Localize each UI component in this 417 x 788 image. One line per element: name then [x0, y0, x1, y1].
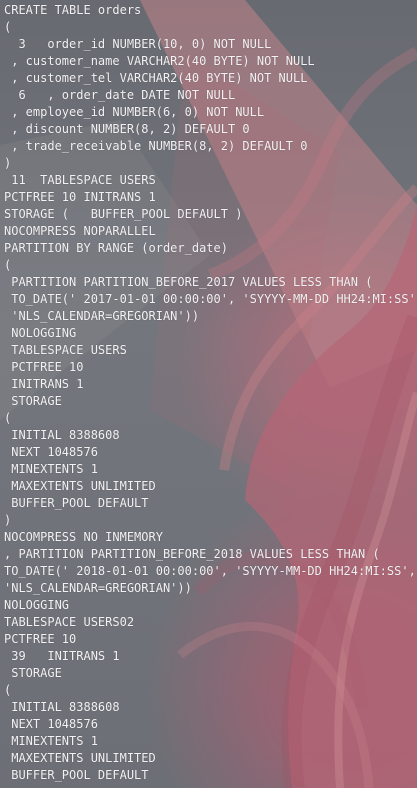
code-line-6: 6 , order_date DATE NOT NULL — [4, 88, 236, 102]
code-line-11: 11 TABLESPACE USERS — [4, 173, 156, 187]
code-line-45: MAXEXTENTS UNLIMITED — [4, 751, 156, 765]
code-line-41: ( — [4, 683, 12, 697]
sql-code-panel[interactable]: CREATE TABLE orders ( 3 order_id NUMBER(… — [4, 2, 414, 784]
code-line-9: , trade_receivable NUMBER(8, 2) DEFAULT … — [4, 139, 308, 153]
code-line-24: STORAGE — [4, 394, 62, 408]
code-line-10: ) — [4, 156, 12, 170]
code-line-18: TO_DATE(' 2017-01-01 00:00:00', 'SYYYY-M… — [4, 292, 414, 306]
code-line-40: STORAGE — [4, 666, 62, 680]
code-line-46: BUFFER_POOL DEFAULT — [4, 768, 149, 782]
code-line-37: TABLESPACE USERS02 — [4, 615, 135, 629]
code-line-22: PCTFREE 10 — [4, 360, 84, 374]
code-line-43: NEXT 1048576 — [4, 717, 98, 731]
code-line-20: NOLOGGING — [4, 326, 77, 340]
code-line-21: TABLESPACE USERS — [4, 343, 127, 357]
code-line-31: ) — [4, 513, 12, 527]
code-line-35: 'NLS_CALENDAR=GREGORIAN')) — [4, 581, 192, 595]
code-line-3: 3 order_id NUMBER(10, 0) NOT NULL — [4, 37, 272, 51]
code-line-5: , customer_tel VARCHAR2(40 BYTE) NOT NUL… — [4, 71, 308, 85]
code-line-8: , discount NUMBER(8, 2) DEFAULT 0 — [4, 122, 250, 136]
code-line-2: ( — [4, 20, 12, 34]
code-line-44: MINEXTENTS 1 — [4, 734, 98, 748]
code-line-4: , customer_name VARCHAR2(40 BYTE) NOT NU… — [4, 54, 315, 68]
code-line-33: , PARTITION PARTITION_BEFORE_2018 VALUES… — [4, 547, 380, 561]
code-line-25: ( — [4, 411, 12, 425]
code-line-13: STORAGE ( BUFFER_POOL DEFAULT ) — [4, 207, 243, 221]
code-line-34: TO_DATE(' 2018-01-01 00:00:00', 'SYYYY-M… — [4, 564, 414, 578]
code-line-12: PCTFREE 10 INITRANS 1 — [4, 190, 156, 204]
code-line-26: INITIAL 8388608 — [4, 428, 120, 442]
code-line-28: MINEXTENTS 1 — [4, 462, 98, 476]
code-line-29: MAXEXTENTS UNLIMITED — [4, 479, 156, 493]
code-line-16: ( — [4, 258, 12, 272]
code-line-42: INITIAL 8388608 — [4, 700, 120, 714]
code-line-14: NOCOMPRESS NOPARALLEL — [4, 224, 156, 238]
code-line-17: PARTITION PARTITION_BEFORE_2017 VALUES L… — [4, 275, 373, 289]
code-line-27: NEXT 1048576 — [4, 445, 98, 459]
code-line-38: PCTFREE 10 — [4, 632, 77, 646]
code-screen: CREATE TABLE orders ( 3 order_id NUMBER(… — [0, 0, 417, 788]
code-line-23: INITRANS 1 — [4, 377, 84, 391]
code-line-19: 'NLS_CALENDAR=GREGORIAN')) — [4, 309, 200, 323]
code-line-36: NOLOGGING — [4, 598, 70, 612]
code-line-15: PARTITION BY RANGE (order_date) — [4, 241, 228, 255]
code-line-32: NOCOMPRESS NO INMEMORY — [4, 530, 163, 544]
code-line-30: BUFFER_POOL DEFAULT — [4, 496, 149, 510]
code-line-7: , employee_id NUMBER(6, 0) NOT NULL — [4, 105, 265, 119]
code-line-1: CREATE TABLE orders — [4, 3, 142, 17]
code-line-39: 39 INITRANS 1 — [4, 649, 120, 663]
